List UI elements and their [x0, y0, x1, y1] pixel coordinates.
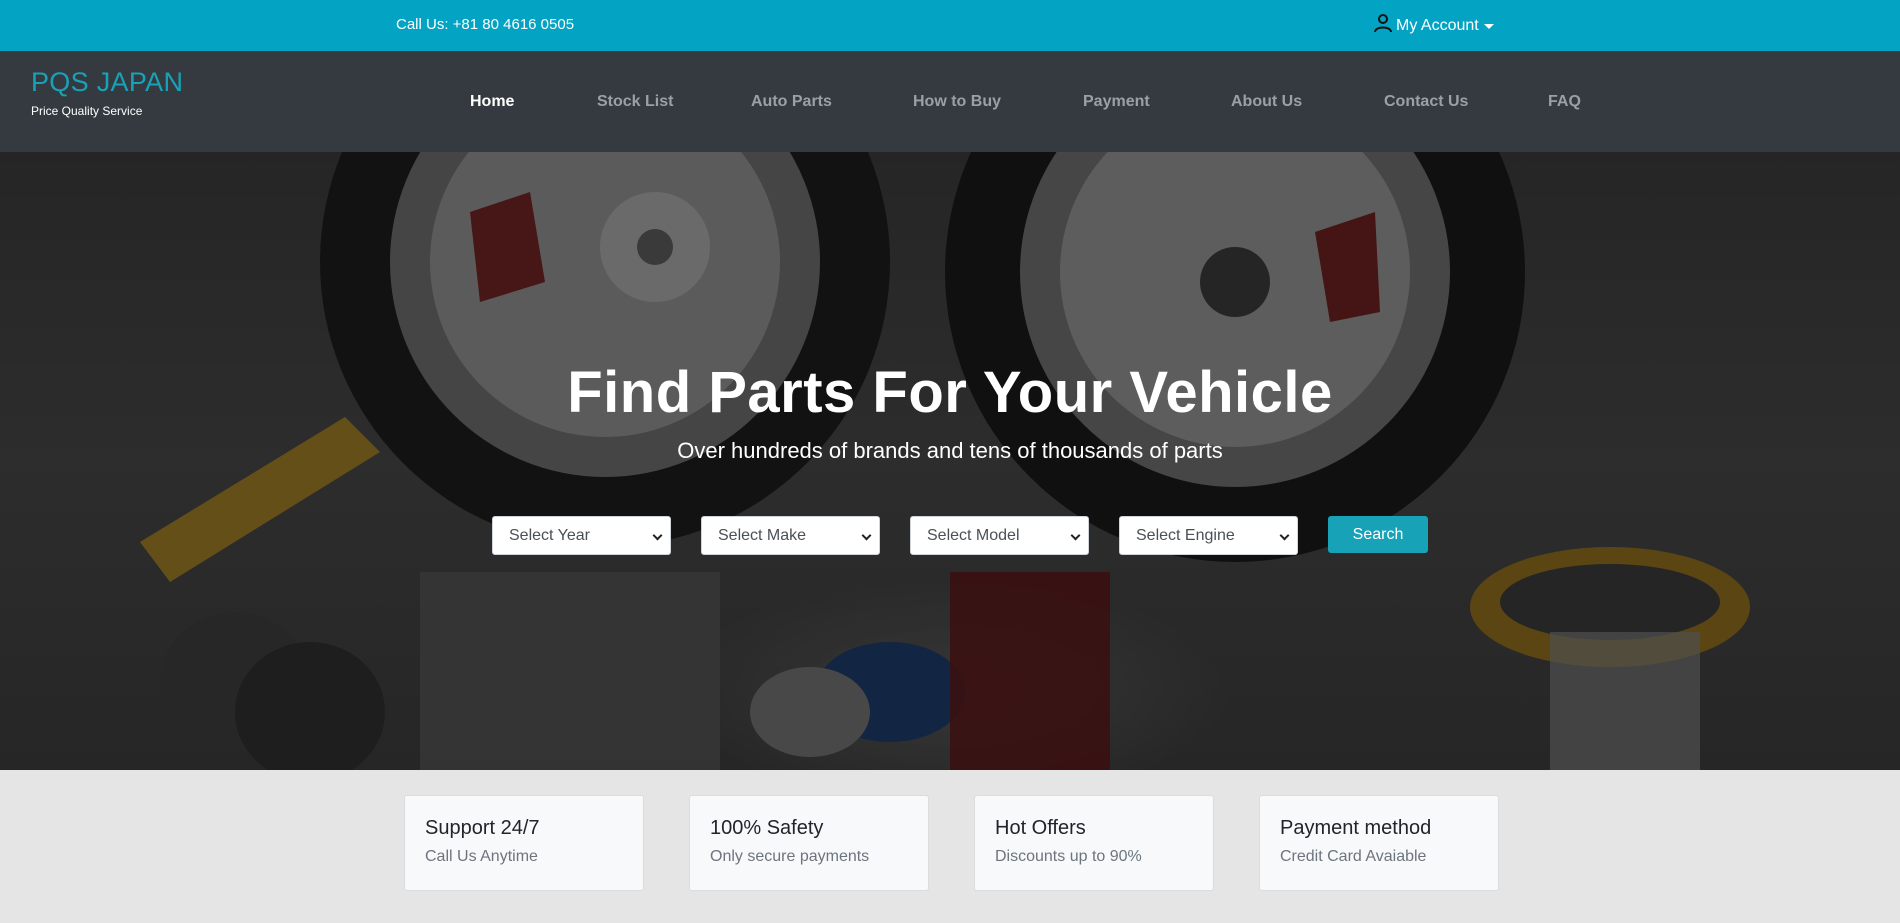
nav-menu: Home Stock List Auto Parts How to Buy Pa… [0, 93, 1900, 113]
select-make[interactable]: Select Make [701, 516, 880, 555]
select-engine-value: Select Engine [1136, 527, 1235, 544]
feature-card-payment: Payment method Credit Card Avaiable [1259, 795, 1499, 891]
feature-description: Only secure payments [710, 848, 870, 865]
chevron-down-icon [861, 530, 872, 541]
nav-item-faq[interactable]: FAQ [1548, 93, 1581, 111]
nav-item-stock-list[interactable]: Stock List [597, 93, 673, 111]
feature-card-support: Support 24/7 Call Us Anytime [404, 795, 644, 891]
select-engine[interactable]: Select Engine [1119, 516, 1298, 555]
chevron-down-icon [1070, 530, 1081, 541]
select-year-value: Select Year [509, 527, 590, 544]
hero-title: Find Parts For Your Vehicle [567, 360, 1333, 425]
my-account-label: My Account [1396, 16, 1479, 34]
feature-description: Call Us Anytime [425, 848, 538, 865]
select-make-value: Select Make [718, 527, 807, 544]
select-model[interactable]: Select Model [910, 516, 1089, 555]
select-year[interactable]: Select Year [492, 516, 671, 555]
chevron-down-icon [1279, 530, 1290, 541]
hero-subtitle: Over hundreds of brands and tens of thou… [677, 438, 1223, 463]
feature-description: Discounts up to 90% [995, 848, 1142, 865]
feature-description: Credit Card Avaiable [1280, 848, 1427, 865]
search-button[interactable]: Search [1328, 516, 1428, 553]
select-model-value: Select Model [927, 527, 1020, 544]
chevron-down-icon [652, 530, 663, 541]
nav-item-about-us[interactable]: About Us [1231, 93, 1302, 111]
hero-banner: Find Parts For Your Vehicle Over hundred… [0, 152, 1900, 770]
feature-card-safety: 100% Safety Only secure payments [689, 795, 929, 891]
feature-title: Support 24/7 [425, 817, 540, 839]
feature-title: Payment method [1280, 817, 1432, 839]
nav-item-how-to-buy[interactable]: How to Buy [913, 93, 1001, 111]
feature-card-hot-offers: Hot Offers Discounts up to 90% [974, 795, 1214, 891]
person-icon [1373, 13, 1396, 38]
my-account-dropdown[interactable]: My Account [1373, 13, 1494, 38]
caret-down-icon [1483, 24, 1494, 29]
feature-title: Hot Offers [995, 817, 1086, 839]
nav-item-auto-parts[interactable]: Auto Parts [751, 93, 832, 111]
feature-title: 100% Safety [710, 817, 824, 839]
nav-item-contact-us[interactable]: Contact Us [1384, 93, 1468, 111]
top-bar: Call Us: +81 80 4616 0505 My Account [0, 0, 1900, 51]
call-us-text: Call Us: +81 80 4616 0505 [396, 16, 575, 33]
features-strip: Support 24/7 Call Us Anytime 100% Safety… [0, 770, 1900, 923]
nav-item-payment[interactable]: Payment [1083, 93, 1150, 111]
main-navbar: PQS JAPAN Price Quality Service Home Sto… [0, 51, 1900, 152]
nav-item-home[interactable]: Home [470, 93, 514, 111]
